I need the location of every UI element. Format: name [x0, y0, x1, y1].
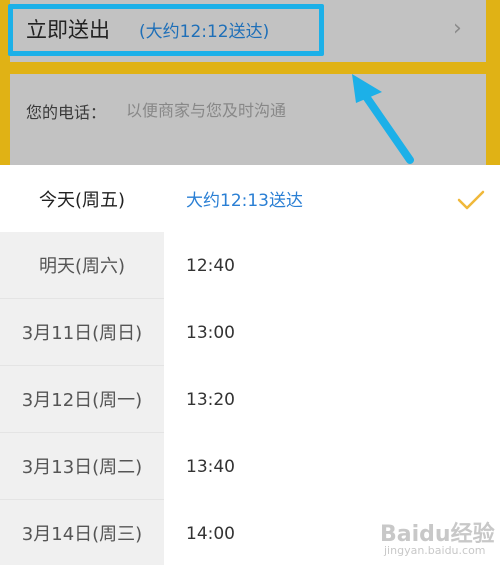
time-option-selected[interactable]: 大约12:13送达 — [186, 165, 303, 232]
day-item-today[interactable]: 今天(周五) — [0, 165, 164, 232]
day-item[interactable]: 3月14日(周三) — [0, 500, 164, 565]
checkmark-icon — [457, 190, 485, 210]
delivery-time-picker: 今天(周五) 明天(周六) 3月11日(周日) 3月12日(周一) 3月13日(… — [0, 165, 500, 565]
day-item[interactable]: 明天(周六) — [0, 232, 164, 299]
time-option[interactable]: 14:00 — [186, 500, 235, 565]
watermark-domain: jingyan.baidu.com — [384, 544, 486, 557]
day-item[interactable]: 3月13日(周二) — [0, 433, 164, 500]
day-item[interactable]: 3月12日(周一) — [0, 366, 164, 433]
watermark-logo: Baidu经验 jingyan.baidu.com — [380, 512, 495, 562]
time-option[interactable]: 13:00 — [186, 299, 235, 366]
time-option[interactable]: 12:40 — [186, 232, 235, 299]
time-option[interactable]: 13:40 — [186, 433, 235, 500]
day-list: 今天(周五) 明天(周六) 3月11日(周日) 3月12日(周一) 3月13日(… — [0, 165, 164, 565]
day-item[interactable]: 3月11日(周日) — [0, 299, 164, 366]
time-option[interactable]: 13:20 — [186, 366, 235, 433]
annotation-arrow-icon — [352, 74, 414, 164]
